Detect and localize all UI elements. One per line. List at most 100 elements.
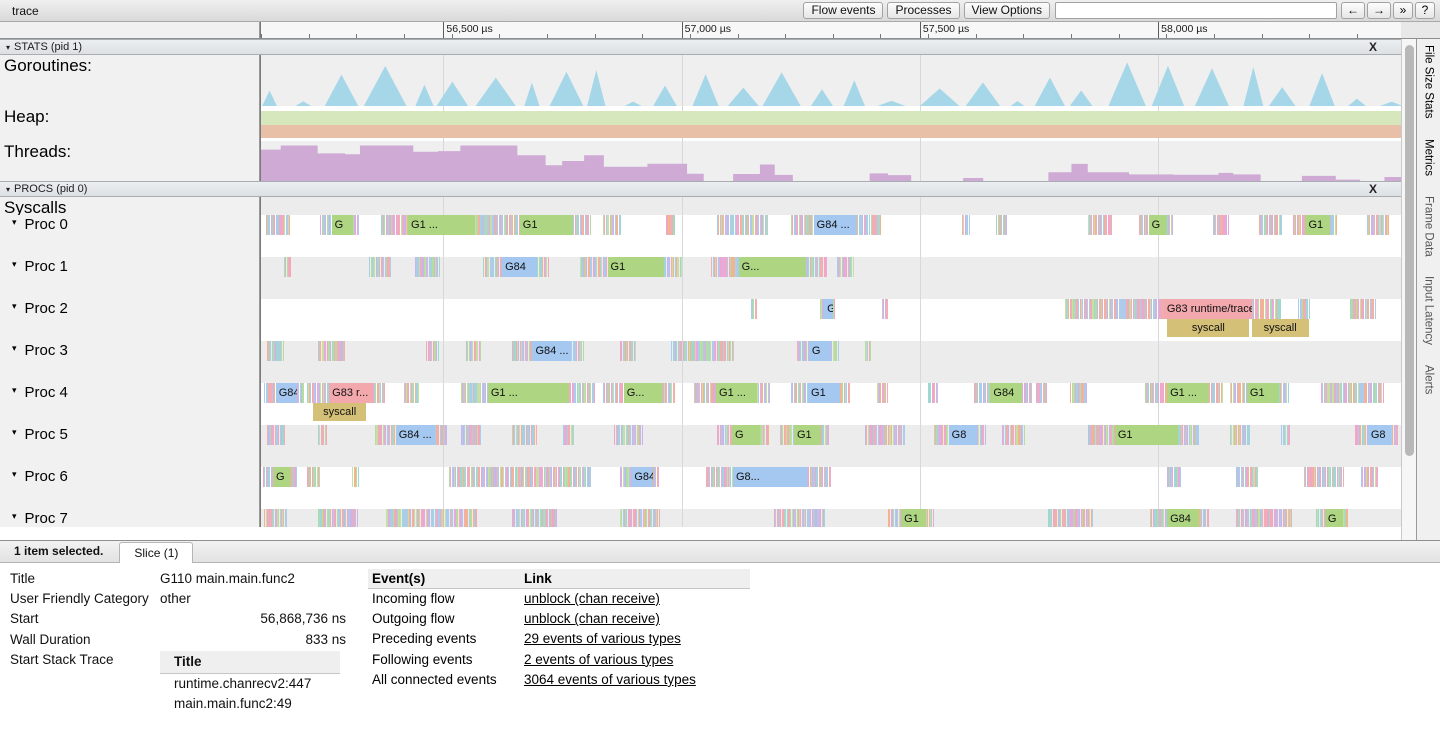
micro-slice-cluster[interactable]	[837, 257, 854, 277]
syscall-slice[interactable]: syscall	[1252, 319, 1309, 337]
slice[interactable]: G1	[1247, 383, 1279, 403]
micro-slice[interactable]	[1006, 215, 1007, 235]
micro-slice-cluster[interactable]	[760, 425, 769, 445]
micro-slice-cluster[interactable]	[1252, 299, 1281, 319]
slice[interactable]: G84 ...	[814, 215, 856, 235]
micro-slice-cluster[interactable]	[512, 425, 537, 445]
micro-slice[interactable]	[1397, 425, 1398, 445]
slice[interactable]: G	[824, 299, 832, 319]
micro-slice-cluster[interactable]	[466, 341, 481, 361]
micro-slice[interactable]	[1279, 299, 1280, 319]
micro-slice[interactable]	[548, 257, 549, 277]
slice[interactable]: G1	[608, 257, 665, 277]
proc-0-row-label-cell[interactable]: ▾Proc 0	[0, 215, 260, 257]
micro-slice[interactable]	[768, 425, 769, 445]
micro-slice[interactable]	[390, 257, 391, 277]
micro-slice-cluster[interactable]	[797, 341, 809, 361]
micro-slice[interactable]	[319, 467, 320, 487]
proc-2-row[interactable]: ▾Proc 2GG83 runtime/trace.Start.func1sys…	[0, 299, 1401, 341]
micro-slice-cluster[interactable]	[780, 425, 794, 445]
stats-row-heap[interactable]: Heap:	[0, 106, 1401, 141]
micro-slice-cluster[interactable]	[934, 425, 949, 445]
next-result-button[interactable]: →	[1367, 2, 1391, 19]
chevron-down-icon[interactable]: ▾	[12, 511, 17, 522]
more-options-button[interactable]: »	[1393, 2, 1413, 19]
micro-slice[interactable]	[635, 341, 636, 361]
micro-slice[interactable]	[590, 467, 591, 487]
micro-slice-cluster[interactable]	[1167, 467, 1181, 487]
time-ruler[interactable]: 56,500 µs57,000 µs57,500 µs58,000 µs	[0, 22, 1440, 39]
micro-slice[interactable]	[573, 425, 574, 445]
procs-group-header[interactable]: ▾PROCS (pid 0)X	[0, 181, 1401, 197]
slice[interactable]: G1 ...	[716, 383, 757, 403]
event-link[interactable]: 3064 events of various types	[524, 672, 696, 687]
micro-slice[interactable]	[933, 509, 934, 527]
scrollbar-thumb[interactable]	[1405, 45, 1414, 456]
micro-slice-cluster[interactable]	[297, 383, 304, 403]
micro-slice[interactable]	[658, 467, 659, 487]
micro-slice-cluster[interactable]	[717, 425, 732, 445]
slice[interactable]: G1 ...	[1167, 383, 1209, 403]
micro-slice-cluster[interactable]	[353, 215, 360, 235]
micro-slice-cluster[interactable]	[318, 425, 327, 445]
slice[interactable]: G1	[901, 509, 926, 527]
micro-slice[interactable]	[838, 341, 839, 361]
micro-slice[interactable]	[849, 383, 850, 403]
slice[interactable]: G	[273, 467, 291, 487]
micro-slice-cluster[interactable]	[865, 425, 905, 445]
slice[interactable]: G1	[1115, 425, 1179, 445]
micro-slice-cluster[interactable]	[307, 383, 330, 403]
micro-slice[interactable]	[1228, 215, 1229, 235]
micro-slice[interactable]	[1208, 509, 1209, 527]
proc-7-row-label-cell[interactable]: ▾Proc 7	[0, 509, 260, 527]
chevron-down-icon[interactable]: ▾	[12, 343, 17, 354]
micro-slice-cluster[interactable]	[977, 425, 986, 445]
micro-slice-cluster[interactable]	[483, 257, 502, 277]
micro-slice-cluster[interactable]	[1355, 425, 1367, 445]
proc-3-row-label-cell[interactable]: ▾Proc 3	[0, 341, 260, 383]
micro-slice-cluster[interactable]	[461, 425, 482, 445]
micro-slice-cluster[interactable]	[664, 257, 682, 277]
micro-slice-cluster[interactable]	[1199, 509, 1209, 527]
micro-slice-cluster[interactable]	[449, 467, 592, 487]
micro-slice-cluster[interactable]	[1259, 215, 1283, 235]
micro-slice-cluster[interactable]	[1088, 425, 1115, 445]
chevron-down-icon[interactable]: ▾	[12, 427, 17, 438]
micro-slice-cluster[interactable]	[1139, 215, 1149, 235]
micro-slice-cluster[interactable]	[461, 383, 488, 403]
micro-slice[interactable]	[476, 509, 477, 527]
micro-slice-cluster[interactable]	[717, 215, 768, 235]
tab-input-latency[interactable]: Input Latency	[1423, 274, 1435, 347]
micro-slice[interactable]	[870, 341, 871, 361]
micro-slice[interactable]	[1046, 383, 1047, 403]
tab-slice[interactable]: Slice (1)	[119, 542, 193, 563]
micro-slice-cluster[interactable]	[1145, 383, 1168, 403]
micro-slice-cluster[interactable]	[264, 383, 275, 403]
micro-slice[interactable]	[681, 257, 682, 277]
proc-7-row[interactable]: ▾Proc 7G1G84G	[0, 509, 1401, 527]
micro-slice[interactable]	[438, 341, 439, 361]
micro-slice[interactable]	[480, 425, 481, 445]
micro-slice[interactable]	[887, 383, 888, 403]
proc-6-row-label-cell[interactable]: ▾Proc 6	[0, 467, 260, 509]
micro-slice[interactable]	[1336, 215, 1337, 235]
goroutines-graph[interactable]	[260, 55, 1401, 106]
micro-slice-cluster[interactable]	[569, 383, 595, 403]
micro-slice[interactable]	[985, 425, 986, 445]
micro-slice[interactable]	[824, 509, 825, 527]
micro-slice-cluster[interactable]	[318, 341, 345, 361]
slice[interactable]: G	[809, 341, 832, 361]
chevron-down-icon[interactable]: ▾	[12, 217, 17, 228]
micro-slice-cluster[interactable]	[751, 299, 757, 319]
micro-slice-cluster[interactable]	[882, 299, 888, 319]
micro-slice-cluster[interactable]	[1209, 383, 1223, 403]
micro-slice[interactable]	[289, 257, 290, 277]
ruler-scale[interactable]: 56,500 µs57,000 µs57,500 µs58,000 µs	[260, 22, 1401, 38]
micro-slice-cluster[interactable]	[264, 509, 287, 527]
proc-7-row-slices[interactable]: G1G84G	[260, 509, 1401, 527]
search-input[interactable]	[1055, 2, 1337, 19]
slice[interactable]: G84	[631, 467, 652, 487]
micro-slice-cluster[interactable]	[1022, 383, 1032, 403]
micro-slice-cluster[interactable]	[653, 467, 660, 487]
micro-slice-cluster[interactable]	[492, 215, 519, 235]
